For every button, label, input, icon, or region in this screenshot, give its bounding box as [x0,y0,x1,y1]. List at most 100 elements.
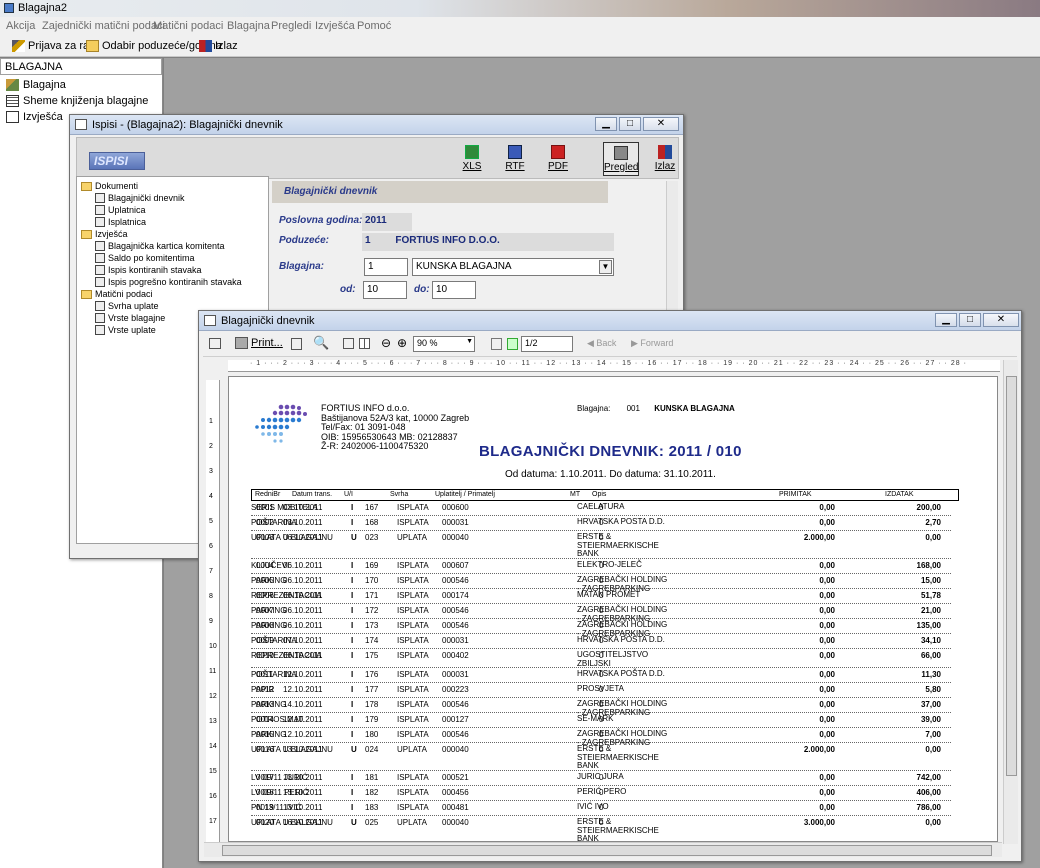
pdf-button[interactable]: PDF [540,142,576,176]
menu-blagajna[interactable]: Blagajna [227,20,270,32]
blagajna-select[interactable]: KUNSKA BLAGAJNA ▼ [412,258,614,276]
maximize-button[interactable]: □ [619,117,641,131]
pregled-button[interactable]: Pregled [603,142,639,176]
close-button[interactable]: ✕ [643,117,679,131]
company-info: FORTIUS INFO d.o.o. Baštijanova 52A/3 ka… [321,403,469,452]
table-cell: 12.10.2011 [283,685,323,694]
page-field[interactable]: 1/2 [521,336,573,352]
menu-akcija[interactable]: Akcija [6,20,35,32]
next-page-icon[interactable] [507,338,518,350]
tree-node[interactable]: Svrha uplate [95,301,159,311]
tree-node[interactable]: Vrste blagajne [95,313,165,323]
tree-node-label: Vrste blagajne [108,313,166,323]
close-button[interactable]: ✕ [983,313,1019,327]
zoom-in-icon[interactable]: ⊕ [397,336,407,350]
table-cell: 0 [599,773,604,782]
tree-node[interactable]: Saldo po komitentima [95,253,195,263]
menu-maticni[interactable]: Matični podaci [153,20,223,32]
od-field[interactable]: 10 [363,281,407,299]
table-cell: CAELATURA [577,502,625,511]
ispisi-titlebar[interactable]: Ispisi - (Blagajna2): Blagajnički dnevni… [70,115,683,135]
tree-node[interactable]: Blagajnički dnevnik [95,193,185,203]
tree-node[interactable]: Vrste uplate [95,325,156,335]
tree-node[interactable]: Blagajnička kartica komitenta [95,241,225,251]
primitak-cell: 0,00 [819,621,835,630]
table-cell: I [351,773,354,782]
find-icon[interactable]: 🔍 [313,335,329,351]
primitak-cell: 0,00 [819,670,835,679]
table-cell: 000600 [442,503,469,512]
forward-button[interactable]: ▶ Forward [631,338,673,349]
ruler-tick-label: 12 [209,693,217,700]
rtf-button[interactable]: RTF [497,142,533,176]
preview-title: Blagajnički dnevnik [221,315,315,327]
do-field[interactable]: 10 [432,281,476,299]
tree-node[interactable]: Matični podaci [81,289,153,299]
scroll-thumb[interactable] [222,845,992,856]
table-cell: ISPLATA [397,561,429,570]
xls-button[interactable]: XLS [454,142,490,176]
single-page-icon[interactable] [343,338,354,349]
tree-node[interactable]: Isplatnica [95,217,146,227]
table-cell: PARKING [251,621,287,630]
izlaz-button[interactable]: Izlaz [199,38,238,54]
tree-node[interactable]: Dokumenti [81,181,138,191]
preview-horizontal-scrollbar[interactable] [204,842,1002,857]
preview-titlebar[interactable]: Blagajnički dnevnik ▁ □ ✕ [199,311,1021,331]
prijava-button[interactable]: Prijava za rad [12,38,95,54]
minimize-button[interactable]: ▁ [935,313,957,327]
print-button[interactable]: Print... [235,337,283,349]
table-cell: 174 [365,636,379,645]
scroll-thumb[interactable] [1006,376,1017,776]
menu-pomoc[interactable]: Pomoć [357,20,391,32]
table-cell: 000546 [442,730,469,739]
table-cell: I [351,636,354,645]
back-button[interactable]: ◀ Back [587,338,616,349]
col-ui: U/I [344,491,353,498]
ruler-tick-label: 1 [209,418,213,425]
blagajna-id-field[interactable]: 1 [364,258,408,276]
maximize-button[interactable]: □ [959,313,981,327]
izdatak-cell: 51,78 [920,591,941,600]
tree-node[interactable]: Ispis pogrešno kontiranih stavaka [95,277,242,287]
primitak-cell: 0,00 [819,788,835,797]
table-cell: I [351,651,354,660]
menu-pregledi[interactable]: Pregledi [271,20,311,32]
zoom-out-icon[interactable]: ⊖ [381,336,391,350]
menu-zajednicki[interactable]: Zajednički matični podaci [42,20,165,32]
first-page-icon[interactable] [491,338,502,350]
preview-vertical-scrollbar[interactable] [1003,360,1018,844]
ruler-tick-label: 14 [209,743,217,750]
nav-item-blagajna[interactable]: Blagajna [6,79,66,91]
col-opis: Opis [592,491,607,498]
ruler-tick-label: 9 [209,618,213,625]
blagajna-select-value: KUNSKA BLAGAJNA [416,261,512,272]
table-cell: REPREZENTACIJA [251,651,322,660]
tree-node[interactable]: Izvješća [81,229,128,239]
rtf-icon [508,145,522,159]
tree-node[interactable]: Ispis kontiranih stavaka [95,265,202,275]
tree-node[interactable]: Uplatnica [95,205,146,215]
ruler-tick-label: 17 [209,818,217,825]
sidebar-toggle-icon[interactable] [209,338,221,349]
zoom-select[interactable]: 90 % ▼ [413,336,475,352]
table-cell: PARKING [251,576,287,585]
nav-item-izvjesca[interactable]: Izvješća [6,111,63,123]
izdatak-cell: 11,30 [921,670,941,679]
table-cell: IVIĆ IVO [577,802,609,811]
table-cell: ELEKTRO-JELEČ [577,560,642,569]
table-cell: 180 [365,730,379,739]
multi-page-icon[interactable] [359,338,370,349]
nav-item-sheme[interactable]: Sheme knjiženja blagajne [6,95,148,107]
minimize-button[interactable]: ▁ [595,117,617,131]
table-cell: 0 [599,621,604,630]
table-cell: 000546 [442,576,469,585]
chevron-down-icon[interactable]: ▼ [599,260,612,274]
table-cell: HRVATSKA POSTA D.D. [577,517,665,526]
menu-izvjesca[interactable]: Izvješća [315,20,355,32]
col-datum: Datum trans. [292,491,333,498]
table-cell: 169 [365,561,379,570]
ispisi-izlaz-button[interactable]: Izlaz [647,142,683,176]
zoom-value: 90 % [417,338,438,348]
copy-icon[interactable] [291,338,302,350]
